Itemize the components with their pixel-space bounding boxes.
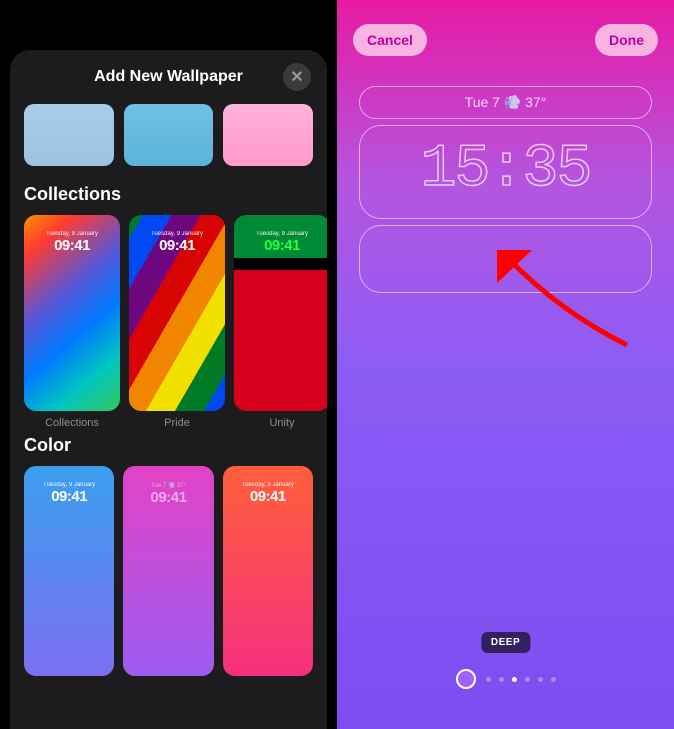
wallpaper-picker-panel: Add New Wallpaper ✕ Collections Tuesday,… [0,0,337,729]
thumb-clock: Tuesday, 9 January 09:41 [129,231,225,254]
collection-label: Collections [45,417,99,429]
thumb-clock: Tue 7 💨 37° 09:41 [123,482,213,506]
page-dot[interactable] [499,677,504,682]
date-widget-text: Tue 7 💨 37° [465,94,547,110]
page-dot[interactable] [525,677,530,682]
thumb-date: Tuesday, 9 January [24,482,114,488]
thumb-time: 09:41 [223,488,313,505]
emoji-wallpaper-fish[interactable] [124,104,214,166]
color-pager [337,669,674,689]
thumb-date: Tuesday, 9 January [129,231,225,237]
thumb-clock: Tuesday, 9 January 09:41 [24,482,114,505]
thumb-date: Tue 7 💨 37° [123,482,213,489]
collection-thumb-collections[interactable]: Tuesday, 9 January 09:41 [24,215,120,411]
collection-item: Tuesday, 9 January 09:41 Pride [129,215,225,429]
collections-row: Tuesday, 9 January 09:41 Collections Tue… [10,215,327,429]
clock-widget-slot[interactable]: 15:35 [359,125,652,219]
page-dots [486,677,556,682]
sheet-title: Add New Wallpaper [94,68,243,86]
sheet-header: Add New Wallpaper ✕ [10,50,327,104]
color-thumb-blue[interactable]: Tuesday, 9 January 09:41 [24,466,114,676]
collection-thumb-pride[interactable]: Tuesday, 9 January 09:41 [129,215,225,411]
annotation-arrow-icon [497,250,637,350]
page-dot[interactable] [538,677,543,682]
collection-label: Pride [164,417,190,429]
collections-heading: Collections [10,178,327,215]
wallpaper-sheet: Add New Wallpaper ✕ Collections Tuesday,… [10,50,327,729]
done-button[interactable]: Done [595,24,658,56]
thumb-clock: Tuesday, 9 January 09:41 [234,231,327,254]
thumb-time: 09:41 [24,488,114,505]
thumb-clock: Tuesday, 9 January 09:41 [223,482,313,505]
collection-thumb-unity[interactable]: Tuesday, 9 January 09:41 [234,215,327,411]
page-dot-active[interactable] [512,677,517,682]
collection-label: Unity [269,417,294,429]
color-picker-button[interactable] [456,669,476,689]
clock-time: 15:35 [360,136,651,204]
thumb-time: 09:41 [129,237,225,254]
color-thumb-pink[interactable]: Tuesday, 9 January 09:41 [223,466,313,676]
color-row: Tuesday, 9 January 09:41 Tue 7 💨 37° 09:… [10,466,327,676]
thumb-time: 09:41 [123,489,213,506]
thumb-date: Tuesday, 9 January [234,231,327,237]
cancel-button[interactable]: Cancel [353,24,427,56]
thumb-time: 09:41 [24,237,120,254]
page-dot[interactable] [551,677,556,682]
collection-item: Tuesday, 9 January 09:41 Collections [24,215,120,429]
color-thumb-purple[interactable]: Tue 7 💨 37° 09:41 [123,466,213,676]
thumb-time: 09:41 [234,237,327,254]
collection-item: Tuesday, 9 January 09:41 Unity [234,215,327,429]
emoji-wallpaper-row [10,104,327,178]
page-dot[interactable] [486,677,491,682]
color-heading: Color [10,429,327,466]
thumb-date: Tuesday, 9 January [223,482,313,488]
editor-top-buttons: Cancel Done [353,24,658,56]
mode-label: DEEP [481,632,530,653]
thumb-clock: Tuesday, 9 January 09:41 [24,231,120,254]
close-button[interactable]: ✕ [283,63,311,91]
emoji-wallpaper-mouse[interactable] [223,104,313,166]
emoji-wallpaper-planes[interactable] [24,104,114,166]
close-icon: ✕ [290,67,303,87]
thumb-date: Tuesday, 9 January [24,231,120,237]
date-widget-slot[interactable]: Tue 7 💨 37° [359,86,652,119]
lockscreen-editor-panel: Cancel Done Tue 7 💨 37° 15:35 ＋ DEEP [337,0,674,729]
